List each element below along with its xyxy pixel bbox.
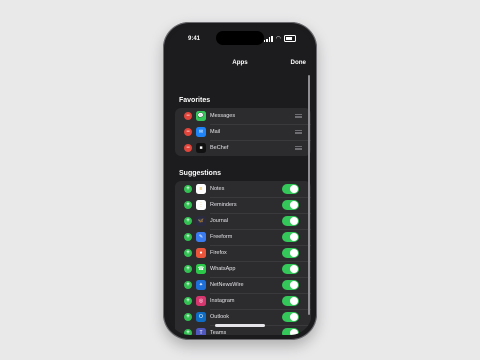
add-icon[interactable]: + [184, 281, 192, 289]
add-icon[interactable]: + [184, 249, 192, 257]
remove-icon[interactable]: − [184, 144, 192, 152]
outlook-icon: O [196, 312, 206, 322]
remove-icon[interactable]: − [184, 112, 192, 120]
suggestion-row-teams[interactable]: + T Teams [175, 325, 311, 335]
cellular-signal-icon [263, 35, 273, 42]
remove-icon[interactable]: − [184, 128, 192, 136]
reorder-handle-icon[interactable] [295, 145, 302, 151]
suggestion-row-firefox[interactable]: + ● Firefox [175, 245, 311, 261]
app-label: NetNewsWire [210, 282, 244, 288]
status-icons: ◠ [263, 35, 296, 42]
app-label: BeChef [210, 145, 229, 151]
enable-toggle[interactable] [282, 264, 299, 274]
wifi-icon: ◠ [275, 35, 281, 42]
notes-icon: ≡ [196, 184, 206, 194]
suggestion-row-outlook[interactable]: + O Outlook [175, 309, 311, 325]
messages-icon: 💬 [196, 111, 206, 121]
suggestion-row-netnewswire[interactable]: + ✦ NetNewsWire [175, 277, 311, 293]
suggestion-row-whatsapp[interactable]: + ☎ WhatsApp [175, 261, 311, 277]
add-icon[interactable]: + [184, 329, 192, 335]
app-label: Notes [210, 186, 225, 192]
app-label: Messages [210, 113, 236, 119]
add-icon[interactable]: + [184, 217, 192, 225]
enable-toggle[interactable] [282, 184, 299, 194]
home-indicator[interactable] [215, 324, 265, 327]
reminders-icon: ⋮ [196, 200, 206, 210]
row-divider [210, 155, 311, 156]
enable-toggle[interactable] [282, 216, 299, 226]
add-icon[interactable]: + [184, 265, 192, 273]
phone-frame: 9:41 ◠ Apps Done Favorites − 💬 Messages − ✉ M… [163, 22, 317, 340]
app-label: Freeform [210, 234, 233, 240]
enable-toggle[interactable] [282, 248, 299, 258]
enable-toggle[interactable] [282, 280, 299, 290]
app-label: Instagram [210, 298, 235, 304]
app-label: WhatsApp [210, 266, 236, 272]
mail-icon: ✉ [196, 127, 206, 137]
suggestion-row-reminders[interactable]: + ⋮ Reminders [175, 197, 311, 213]
app-label: Mail [210, 129, 221, 135]
add-icon[interactable]: + [184, 201, 192, 209]
add-icon[interactable]: + [184, 297, 192, 305]
phone-screen: 9:41 ◠ Apps Done Favorites − 💬 Messages − ✉ M… [168, 27, 312, 335]
app-label: Reminders [210, 202, 237, 208]
add-icon[interactable]: + [184, 313, 192, 321]
enable-toggle[interactable] [282, 312, 299, 322]
app-label: Teams [210, 330, 227, 335]
enable-toggle[interactable] [282, 232, 299, 242]
enable-toggle[interactable] [282, 200, 299, 210]
enable-toggle[interactable] [282, 296, 299, 306]
favorite-row-messages[interactable]: − 💬 Messages [175, 108, 311, 124]
app-label: Journal [210, 218, 229, 224]
add-icon[interactable]: + [184, 233, 192, 241]
navigation-bar: Apps Done [168, 55, 312, 71]
dynamic-island [216, 31, 264, 45]
netnewswire-icon: ✦ [196, 280, 206, 290]
suggestions-header: Suggestions [179, 170, 222, 177]
status-time: 9:41 [188, 36, 201, 42]
app-label: Outlook [210, 314, 229, 320]
bechef-icon: ■ [196, 143, 206, 153]
favorite-row-mail[interactable]: − ✉ Mail [175, 124, 311, 140]
suggestion-row-freeform[interactable]: + ✎ Freeform [175, 229, 311, 245]
freeform-icon: ✎ [196, 232, 206, 242]
app-label: Firefox [210, 250, 227, 256]
enable-toggle[interactable] [282, 328, 299, 335]
favorites-list: − 💬 Messages − ✉ Mail − ■ BeChef [175, 108, 311, 156]
suggestion-row-notes[interactable]: + ≡ Notes [175, 181, 311, 197]
suggestion-row-instagram[interactable]: + ◎ Instagram [175, 293, 311, 309]
firefox-icon: ● [196, 248, 206, 258]
battery-icon [284, 35, 296, 42]
instagram-icon: ◎ [196, 296, 206, 306]
suggestion-row-journal[interactable]: + 🦋 Journal [175, 213, 311, 229]
favorite-row-bechef[interactable]: − ■ BeChef [175, 140, 311, 156]
favorites-header: Favorites [179, 97, 211, 104]
reorder-handle-icon[interactable] [295, 129, 302, 135]
suggestions-list: + ≡ Notes + ⋮ Reminders + 🦋 Journal + ✎ Freeform + ● F… [175, 181, 311, 335]
scrollbar[interactable] [308, 75, 310, 315]
add-icon[interactable]: + [184, 185, 192, 193]
done-button[interactable]: Done [291, 59, 306, 66]
journal-icon: 🦋 [196, 216, 206, 226]
teams-icon: T [196, 328, 206, 335]
reorder-handle-icon[interactable] [295, 113, 302, 119]
whatsapp-icon: ☎ [196, 264, 206, 274]
